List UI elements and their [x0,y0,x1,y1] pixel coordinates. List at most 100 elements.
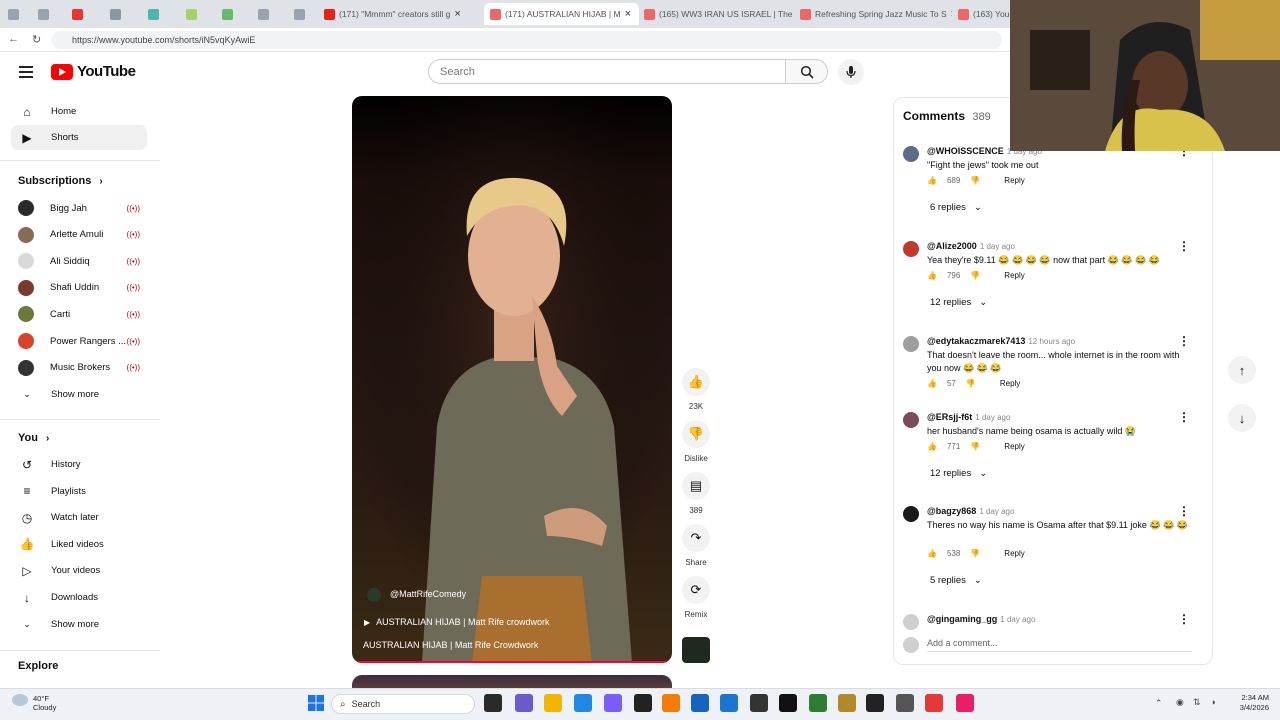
youtube-logo[interactable]: YouTube [51,63,136,80]
wifi-icon[interactable]: ◉ [1176,697,1184,708]
video-title[interactable]: AUSTRALIAN HIJAB | Matt Rife Crowdwork [363,640,538,650]
comment-author[interactable]: @bagzy868 [927,506,976,516]
sidebar-subscription-item[interactable]: Carti ((•)) [18,303,146,325]
app-icon[interactable] [838,694,856,712]
xbox-icon[interactable] [809,694,827,712]
browser-tab[interactable] [222,3,244,25]
file-manager-icon[interactable] [484,694,502,712]
browser-tab[interactable] [148,3,170,25]
folder-icon[interactable] [544,694,562,712]
video-progress-bar[interactable] [352,661,672,663]
commenter-avatar[interactable] [903,146,919,162]
comment-author[interactable]: @edytakaczmarek7413 [927,336,1025,346]
comment-time[interactable]: 1 day ago [1000,615,1035,624]
browser-tab[interactable]: (171) "Mmmm" creators still g × [324,3,474,25]
comment-button[interactable]: ▤ [682,472,710,500]
share-button[interactable]: ↷ [682,524,710,552]
more-options-icon[interactable]: ⋮ [1178,504,1190,518]
reply-button[interactable]: Reply [1004,442,1024,451]
steam-icon[interactable] [634,694,652,712]
sidebar-subscription-item[interactable]: Music Brokers ((•)) [18,357,146,379]
sidebar-item-home[interactable]: ⌂ Home [11,99,147,124]
search-button[interactable] [786,59,828,84]
address-bar[interactable]: https://www.youtube.com/shorts/iN5vqKyAw… [52,31,1002,49]
sidebar-item-playlists[interactable]: ≡ Playlists [11,479,147,504]
like-icon[interactable]: 👍 [927,442,937,451]
browser-tab[interactable] [38,3,60,25]
comment-author[interactable]: @ERsjj-f6t [927,412,972,422]
taskbar-search[interactable]: ⌕ Search [331,694,475,714]
chevron-up-icon[interactable]: ⌃ [1155,698,1163,709]
voice-search-button[interactable] [838,59,864,85]
sidebar-subscription-item[interactable]: Shafi Uddin ((•)) [18,277,146,299]
comment-author[interactable]: @WHOISSCENCE [927,146,1004,156]
back-icon[interactable]: ← [8,33,19,45]
office-icon[interactable] [720,694,738,712]
sidebar-item-history[interactable]: ↺ History [11,452,147,477]
reply-button[interactable]: Reply [1004,176,1024,185]
view-replies-button[interactable]: 12 replies ⌄ [930,468,987,479]
dislike-icon[interactable]: 👎 [966,379,976,388]
view-replies-button[interactable]: 5 replies ⌄ [930,575,982,586]
browser-tab[interactable] [258,3,280,25]
like-icon[interactable]: 👍 [927,271,937,280]
commenter-avatar[interactable] [903,506,919,522]
video-sound-link[interactable]: ▶ AUSTRALIAN HIJAB | Matt Rife crowdwork [364,617,550,627]
dislike-icon[interactable]: 👎 [970,271,980,280]
more-options-icon[interactable]: ⋮ [1178,410,1190,424]
browser-tab[interactable] [186,3,208,25]
remix-button[interactable]: ⟳ [682,576,710,604]
shorts-video-player[interactable]: @MattRifeComedy ▶ AUSTRALIAN HIJAB | Mat… [352,96,672,663]
browser-tab[interactable] [110,3,132,25]
dislike-icon[interactable]: 👎 [970,549,980,558]
subscriptions-header[interactable]: Subscriptions › [18,175,103,187]
like-icon[interactable]: 👍 [927,176,937,185]
taskbar-clock[interactable]: 2:34 AM 3/4/2026 [1233,693,1269,713]
dislike-icon[interactable]: 👎 [970,442,980,451]
sidebar-subscription-item[interactable]: Bigg Jah ((•)) [18,197,146,219]
browser-tab[interactable] [8,3,28,25]
commenter-avatar[interactable] [903,614,919,630]
like-icon[interactable]: 👍 [927,549,937,558]
sidebar-item-watch-later[interactable]: ◷ Watch later [11,505,147,530]
previous-short-button[interactable]: ↑ [1228,356,1256,384]
reload-icon[interactable]: ↻ [32,33,41,46]
copilot-icon[interactable] [515,694,533,712]
windows-start-icon[interactable] [308,695,324,711]
browser-tab[interactable]: (165) WW3 IRAN US ISRAEL | The× [644,3,794,25]
messenger-icon[interactable] [604,694,622,712]
sidebar-subscription-item[interactable]: Power Rangers ... ((•)) [18,330,146,352]
sidebar-item-liked-videos[interactable]: 👍 Liked videos [11,532,147,557]
comment-time[interactable]: 1 day ago [979,507,1014,516]
app-icon[interactable] [956,694,974,712]
commenter-avatar[interactable] [903,412,919,428]
sidebar-item-your-videos[interactable]: ▷ Your videos [11,558,147,583]
browser-tab[interactable] [72,3,94,25]
chrome-icon[interactable] [925,694,943,712]
sound-thumbnail[interactable] [682,637,710,663]
sidebar-item-shorts[interactable]: ▶ Shorts [11,125,147,150]
reply-button[interactable]: Reply [1000,379,1020,388]
menu-icon[interactable] [19,66,33,78]
app-icon[interactable] [896,694,914,712]
you-header[interactable]: You › [18,432,49,444]
dislike-icon[interactable]: 👎 [970,176,980,185]
browser-tab[interactable]: (163) You× [958,3,1010,25]
comment-time[interactable]: 1 day ago [980,242,1015,251]
browser-tab[interactable] [294,3,316,25]
video-channel-name[interactable]: @MattRifeComedy [390,589,466,599]
more-options-icon[interactable]: ⋮ [1178,239,1190,253]
outlook-icon[interactable] [691,694,709,712]
commenter-avatar[interactable] [903,241,919,257]
browser-tab[interactable]: (171) AUSTRALIAN HIJAB | M × [484,3,639,25]
show-more-subscriptions[interactable]: ⌄ Show more [11,382,147,407]
sidebar-item-downloads[interactable]: ↓ Downloads [11,585,147,610]
steam-client-icon[interactable] [750,694,768,712]
close-tab-icon[interactable]: × [951,8,952,20]
app-icon[interactable] [866,694,884,712]
search-input[interactable]: Search [428,59,786,84]
reply-button[interactable]: Reply [1004,549,1024,558]
reply-button[interactable]: Reply [1004,271,1024,280]
edge-icon[interactable] [574,694,592,712]
like-button[interactable]: 👍 [682,368,710,396]
